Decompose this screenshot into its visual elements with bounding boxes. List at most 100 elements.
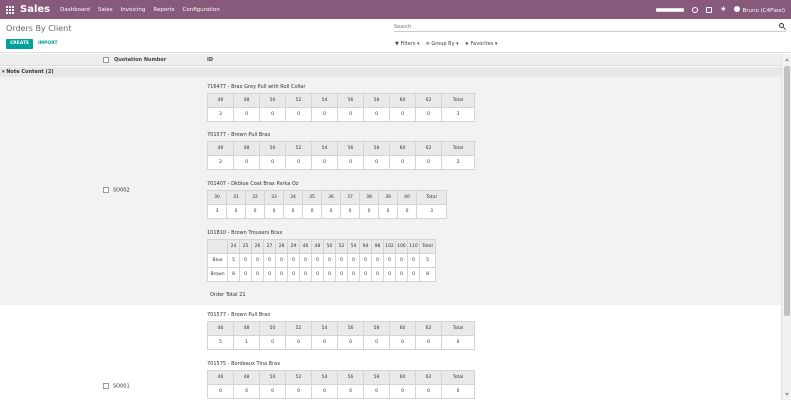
column-header-id[interactable]: ID [207, 57, 213, 63]
menu-sales[interactable]: Sales [98, 7, 113, 13]
scroll-down-arrow-icon[interactable] [785, 393, 789, 396]
quantity-cell: 0 [441, 384, 475, 399]
filter-icon: ▼ [395, 41, 399, 47]
size-header-cell: 38 [359, 190, 379, 205]
size-grid: 46 48 50 52 54 56 58 60 62 Total 3000000003 [207, 93, 475, 122]
favorites-dropdown[interactable]: ★ Favorites ▾ [465, 39, 498, 49]
group-by-dropdown[interactable]: ≡ Group By ▾ [426, 39, 459, 49]
group-by-icon: ≡ [425, 41, 430, 47]
product-title: 701575 - Bordeaux Tina Brax [207, 361, 281, 367]
menu-dashboard[interactable]: Dashboard [60, 7, 90, 13]
menu-reports[interactable]: Reports [153, 7, 174, 13]
quantity-cell: 0 [233, 384, 260, 399]
quantity-cell: 0 [323, 253, 336, 268]
quantity-cell: 0 [340, 204, 360, 219]
group-row-note-content[interactable]: ▾ Note Content (2) [0, 67, 781, 77]
size-header-cell: 27 [263, 239, 276, 254]
record-row[interactable]: SO002 716477 - Brax Grey Pull with Roll … [0, 77, 781, 305]
color-label-cell: Blue [207, 253, 228, 268]
quantity-cell: 0 [259, 335, 286, 350]
record-row[interactable]: SO001 701577 - Brown Pull Brax 46 48 50 52 5… [0, 306, 781, 400]
quantity-cell: 0 [207, 384, 234, 399]
quantity-cell: 0 [311, 335, 338, 350]
quantity-cell: 0 [395, 253, 408, 268]
quantity-cell: 0 [337, 384, 364, 399]
column-header-quotation[interactable]: Quotation Number [114, 57, 166, 63]
list-header: Quotation Number ID [0, 54, 781, 66]
quantity-cell: 0 [299, 253, 312, 268]
size-header-cell: 46 [207, 93, 234, 108]
user-menu[interactable]: Bruno (C4Flexi) [734, 5, 785, 14]
size-header-cell: 58 [363, 321, 390, 336]
quantity-cell: 0 [245, 204, 265, 219]
size-header-row: 24 25 26 27 28 29 46 48 50 52 54 94 98 102 106 110 Total [207, 239, 436, 254]
product-title: 701577 - Brown Pull Brax [207, 312, 271, 318]
quantity-cell: 5 [227, 253, 240, 268]
globe-icon[interactable] [692, 6, 699, 13]
quantity-cell: 0 [285, 384, 312, 399]
quantity-cell: 0 [397, 204, 417, 219]
quantity-cell: 0 [263, 267, 276, 282]
quantity-cell: 0 [311, 253, 324, 268]
size-header-cell: 54 [311, 93, 338, 108]
filters-label: Filters [400, 41, 416, 47]
product-title: 716477 - Brax Grey Pull with Roll Collar [207, 84, 306, 90]
select-all-checkbox[interactable] [103, 57, 109, 63]
size-header-cell: 54 [311, 370, 338, 385]
size-header-cell: 54 [311, 141, 338, 156]
quantity-cell: 0 [335, 267, 348, 282]
quantity-cell: 0 [311, 384, 338, 399]
size-header-cell: Total [441, 141, 475, 156]
quantity-cell: 0 [259, 384, 286, 399]
size-header-cell: 46 [207, 321, 234, 336]
quantity-cell: 0 [226, 204, 246, 219]
quantity-cell: 0 [415, 335, 442, 350]
size-header-cell: 24 [227, 239, 240, 254]
search-icon[interactable] [779, 23, 784, 28]
size-header-cell: 56 [337, 141, 364, 156]
size-header-cell: 52 [285, 141, 312, 156]
size-header-cell: 58 [363, 93, 390, 108]
quantity-cell: 0 [275, 253, 288, 268]
menu-invoicing[interactable]: Invoicing [121, 7, 146, 13]
size-grid: 46 48 50 52 54 56 58 60 62 Total 2000000002 [207, 141, 475, 170]
size-header-cell: 40 [397, 190, 417, 205]
record-checkbox[interactable] [103, 187, 109, 193]
import-button[interactable]: IMPORT [38, 39, 58, 49]
quantity-cell: 3 [207, 204, 227, 219]
control-panel: Orders By Client CREATE IMPORT ▼ Filters… [0, 19, 791, 53]
quantity-cell: 0 [363, 335, 390, 350]
size-header-cell: 52 [285, 370, 312, 385]
star-icon[interactable]: ★ [720, 6, 726, 13]
size-header-cell: 60 [389, 93, 416, 108]
quantity-cell: 0 [347, 267, 360, 282]
vertical-scrollbar[interactable] [781, 54, 791, 400]
scroll-up-arrow-icon[interactable] [785, 58, 789, 61]
color-row-blue: Blue 5 0 0 0 0 0 0 0 0 0 0 0 0 0 0 0 5 [207, 253, 436, 268]
create-button[interactable]: CREATE [6, 39, 34, 49]
search-input[interactable] [394, 22, 764, 31]
quantity-cell: 0 [311, 107, 338, 122]
quantity-cell: 0 [383, 253, 396, 268]
size-header-cell: 31 [226, 190, 246, 205]
size-header-cell: 50 [323, 239, 336, 254]
product-title: 101810 - Brown Trousers Brax [207, 230, 283, 236]
quantity-cell: 0 [251, 253, 264, 268]
quantity-cell: 0 [383, 267, 396, 282]
quantity-cell: 0 [415, 384, 442, 399]
size-header-cell: 56 [337, 370, 364, 385]
favorites-label: Favorites [470, 41, 494, 47]
size-header-cell: 52 [285, 321, 312, 336]
size-header-cell: 60 [389, 141, 416, 156]
menu-configuration[interactable]: Configuration [183, 7, 220, 13]
quantity-row: 5100000006 [207, 335, 475, 350]
filters-dropdown[interactable]: ▼ Filters ▾ [395, 39, 420, 49]
scroll-thumb[interactable] [784, 66, 790, 316]
product-block: 101810 - Brown Trousers Brax 24 25 26 27 28 2… [207, 229, 436, 282]
apps-menu-icon[interactable] [6, 5, 14, 14]
size-header-row: 46 48 50 52 54 56 58 60 62 Total [207, 370, 475, 385]
app-brand[interactable]: Sales [20, 4, 50, 15]
quantity-cell: 6 [441, 335, 475, 350]
record-checkbox[interactable] [103, 383, 109, 389]
chat-icon[interactable] [706, 6, 713, 13]
